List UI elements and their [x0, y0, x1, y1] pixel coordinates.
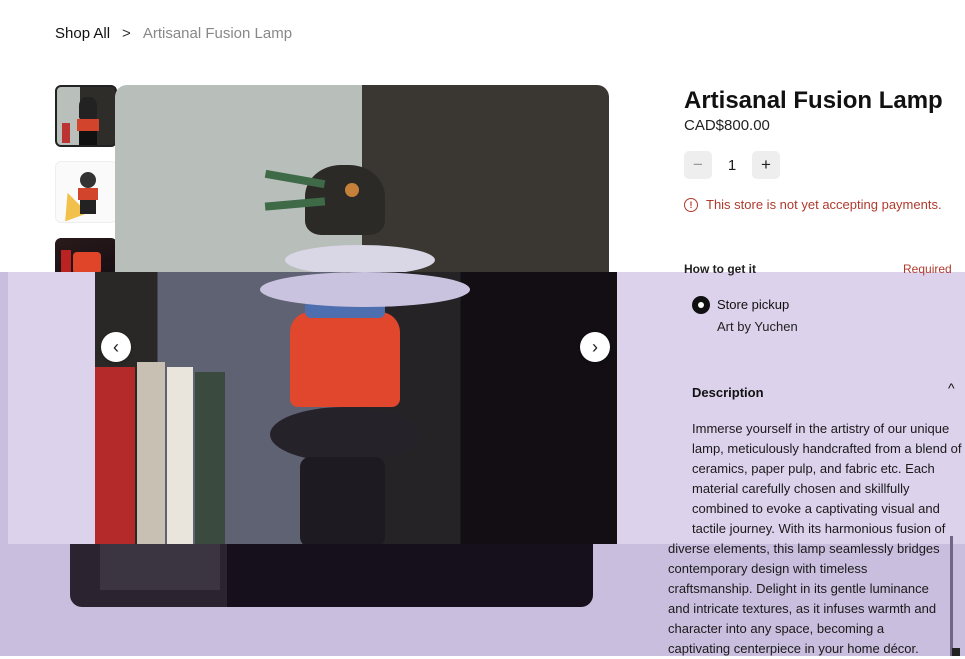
quantity-stepper: − 1 + [684, 151, 780, 179]
store-pickup-radio[interactable] [692, 296, 710, 314]
zoomed-product-photo [95, 272, 617, 544]
gallery-next-button[interactable]: › [580, 332, 610, 362]
thumbnail-2[interactable] [55, 161, 117, 223]
description-heading[interactable]: Description [692, 385, 764, 400]
payment-notice-text: This store is not yet accepting payments… [706, 197, 942, 212]
lamp-head-shape [80, 172, 96, 188]
pickup-location: Art by Yuchen [717, 319, 798, 334]
lamp-body-shape [73, 252, 101, 274]
thumbnail-1[interactable] [55, 85, 117, 147]
required-label: Required [903, 262, 952, 276]
lamp-head-shape [79, 97, 97, 119]
radio-selected-dot [698, 302, 704, 308]
hands-shape [285, 245, 435, 275]
chevron-left-icon: ‹ [113, 336, 119, 357]
fulfillment-heading: How to get it [684, 262, 756, 276]
breadcrumb-current: Artisanal Fusion Lamp [142, 25, 293, 42]
gallery-prev-button[interactable]: ‹ [101, 332, 131, 362]
payment-notice: ! This store is not yet accepting paymen… [684, 197, 942, 212]
scrollbar[interactable] [950, 536, 953, 656]
store-pickup-label[interactable]: Store pickup [717, 297, 789, 312]
breadcrumb: Shop All > Artisanal Fusion Lamp [55, 25, 292, 42]
description-text-lower: diverse elements, this lamp seamlessly b… [668, 541, 940, 656]
hands-shape [260, 272, 470, 307]
red-book-shape [95, 367, 135, 544]
lamp-base-shape [79, 131, 97, 145]
chevron-right-icon: › [592, 336, 598, 357]
alert-circle-icon: ! [684, 197, 698, 212]
chevron-up-icon[interactable]: ^ [948, 380, 955, 396]
lamp-body-shape [77, 119, 99, 131]
button-ornament-shape [345, 183, 359, 197]
lamp-body-shape [78, 188, 98, 200]
book-shape [167, 367, 193, 544]
lamp-base-shape [300, 457, 385, 544]
quantity-increase-button[interactable]: + [752, 151, 780, 179]
lamp-red-body-shape [290, 312, 400, 407]
breadcrumb-separator: > [122, 25, 131, 42]
product-price: CAD$800.00 [684, 117, 770, 134]
breadcrumb-shop-all-link[interactable]: Shop All [55, 25, 110, 42]
description-text-upper: Immerse yourself in the artistry of our … [692, 421, 962, 536]
lamp-jaw-shape [270, 407, 420, 462]
quantity-decrease-button[interactable]: − [684, 151, 712, 179]
book-shape [62, 123, 70, 143]
quantity-value[interactable]: 1 [712, 157, 752, 174]
product-title: Artisanal Fusion Lamp [684, 87, 943, 114]
lamp-base-shape [80, 200, 96, 214]
corner-marker [952, 648, 960, 656]
main-product-image-top [115, 85, 609, 285]
book-shape [195, 372, 225, 544]
book-shape [137, 362, 165, 544]
